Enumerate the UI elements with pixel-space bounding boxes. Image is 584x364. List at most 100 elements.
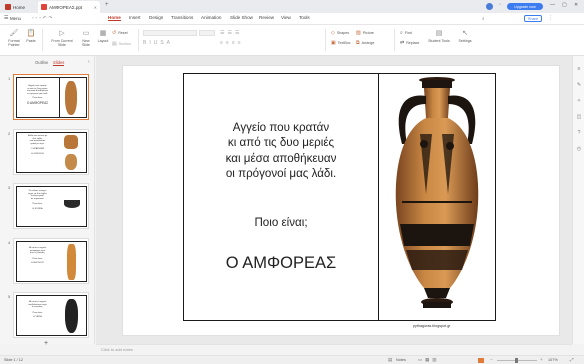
slide-thumbnail-1[interactable]: Αγγείο που κρατάν κι από τις δυο μεριές … bbox=[13, 74, 89, 120]
alignment-icons[interactable]: ≡≡≡≡ bbox=[220, 40, 244, 46]
add-slide-button[interactable]: + bbox=[44, 340, 48, 347]
notification-icon[interactable]: ◔ bbox=[498, 2, 501, 8]
student-tools-button[interactable]: ▤ Student Tools bbox=[426, 28, 452, 44]
close-window-icon[interactable]: ✕ bbox=[574, 2, 578, 8]
format-painter-button[interactable]: 🖌 Format Painter bbox=[5, 28, 23, 48]
zoom-in-icon[interactable]: + bbox=[540, 357, 543, 362]
slide-thumbnail-2[interactable]: Βαθύ σαν κούπα με δυο λαβές εκεί ανακάτε… bbox=[13, 129, 89, 175]
maximize-icon[interactable]: ▢ bbox=[562, 2, 567, 8]
new-slide-button[interactable]: ▭ New Slide bbox=[78, 28, 94, 48]
upgrade-button-label: Upgrade now bbox=[514, 4, 536, 9]
textbox-icon: ▣ bbox=[331, 40, 336, 46]
reset-icon: ↺ bbox=[112, 30, 117, 36]
picture-button[interactable]: ▨ Picture bbox=[356, 30, 374, 36]
divider bbox=[42, 29, 43, 51]
picture-label: Picture bbox=[362, 31, 374, 35]
text-format-icons[interactable]: BIUSA bbox=[143, 40, 173, 46]
tab-home-ribbon[interactable]: Home bbox=[108, 15, 121, 21]
zoom-out-icon[interactable]: − bbox=[490, 357, 493, 362]
app-logo-icon bbox=[5, 4, 11, 10]
more-icon[interactable]: ⋮ bbox=[548, 15, 553, 21]
minimize-icon[interactable]: — bbox=[550, 2, 555, 8]
avatar[interactable] bbox=[486, 3, 493, 10]
notes-placeholder: Click to add notes bbox=[101, 347, 133, 352]
slide-thumbnail-4[interactable]: Με αυτό το αγγείο μετέφεραν νερό από τις… bbox=[13, 238, 89, 284]
tab-view[interactable]: View bbox=[281, 15, 291, 20]
notes-toggle[interactable]: Notes bbox=[396, 358, 406, 362]
tab-tools[interactable]: Tools bbox=[299, 15, 310, 20]
help-icon[interactable]: ? bbox=[576, 130, 582, 136]
fit-window-icon[interactable]: ⤢ bbox=[570, 357, 574, 362]
thumb-text: Ο ΑΜΦΟΡΕΑΣ bbox=[26, 100, 49, 105]
tab-insert[interactable]: Insert bbox=[129, 15, 141, 20]
arrange-label: Arrange bbox=[361, 41, 375, 45]
question-text[interactable]: Ποιο είναι; bbox=[184, 216, 378, 229]
tab-design[interactable]: Design bbox=[149, 15, 163, 20]
arrange-icon: ⧉ bbox=[356, 40, 360, 46]
transition-icon[interactable]: ◫ bbox=[576, 114, 582, 120]
tab-slides[interactable]: Slides bbox=[53, 60, 65, 66]
section-button[interactable]: ▤ Section bbox=[112, 41, 131, 47]
replace-icon: ⇄ bbox=[400, 40, 405, 46]
quick-access-icons[interactable]: ▫▫▫↶↷ bbox=[32, 15, 54, 21]
slideshow-icon[interactable] bbox=[478, 358, 484, 363]
textbox-button[interactable]: ▣ TextBox bbox=[331, 40, 351, 46]
backup-icon[interactable]: ◴ bbox=[576, 146, 582, 152]
notes-area[interactable]: Click to add notes bbox=[96, 344, 572, 355]
share-button[interactable]: Share bbox=[524, 15, 542, 22]
design-icon[interactable]: ✎ bbox=[576, 82, 582, 88]
collapse-panel-icon[interactable]: ‹ bbox=[88, 59, 90, 65]
arrange-button[interactable]: ⧉ Arrange bbox=[356, 40, 374, 46]
replace-button[interactable]: ⇄ Replace bbox=[400, 40, 419, 46]
riddle-line: Αγγείο που κρατάν bbox=[232, 121, 330, 134]
thumb-text: Ποιο είναι; bbox=[32, 311, 43, 314]
layout-icon: ▦ bbox=[99, 29, 107, 37]
tab-animation[interactable]: Animation bbox=[201, 15, 221, 20]
slide-thumbnail-5[interactable]: Με αυτό το αγγείο κουβαλούσαν νερό οι γυ… bbox=[13, 292, 89, 338]
lekythos-thumbnail-image bbox=[67, 244, 76, 280]
answer-text[interactable]: Ο ΑΜΦΟΡΕΑΣ bbox=[184, 254, 378, 273]
notes-icon[interactable]: ▤ bbox=[388, 357, 392, 363]
new-tab-icon[interactable]: + bbox=[105, 2, 109, 8]
layout-button[interactable]: ▦ Layout bbox=[95, 28, 111, 44]
reset-button[interactable]: ↺ Reset bbox=[112, 30, 128, 36]
tab-transitions[interactable]: Transitions bbox=[171, 15, 193, 20]
from-current-slide-button[interactable]: ▷ From Current Slide bbox=[48, 28, 76, 48]
upgrade-button[interactable]: Upgrade now bbox=[507, 3, 543, 10]
thumb-divider bbox=[59, 77, 60, 118]
view-mode-icons[interactable]: ▭▦▥ bbox=[418, 357, 439, 363]
zoom-slider-thumb[interactable] bbox=[515, 358, 518, 363]
zoom-level[interactable]: 107% bbox=[548, 358, 558, 362]
thumb-text: κρασί με νερό. bbox=[30, 142, 45, 145]
slide-thumbnail-3[interactable]: Σε κύλικα, ανοιχτό ρηχό, με δυο λαβές έπ… bbox=[13, 183, 89, 229]
krater-thumbnail-image bbox=[64, 135, 78, 149]
hamburger-icon[interactable]: ☰ bbox=[4, 15, 8, 21]
property-icon[interactable]: ≡ bbox=[576, 66, 582, 72]
shapes-label: Shapes bbox=[336, 31, 350, 35]
shapes-button[interactable]: ◇ Shapes bbox=[331, 30, 349, 36]
thumb-text: Η ΛΗΚΥΘΟΣ bbox=[31, 262, 44, 265]
tab-home[interactable]: Home bbox=[2, 1, 36, 13]
tab-slide-show[interactable]: Slide Show bbox=[230, 15, 253, 20]
paragraph-icons[interactable]: ☰☰☰ bbox=[220, 30, 242, 36]
tab-outline[interactable]: Outline bbox=[35, 60, 48, 65]
font-family-select[interactable] bbox=[143, 30, 197, 36]
find-button[interactable]: ⌕ Find bbox=[400, 30, 412, 36]
paste-button[interactable]: 📋 Paste bbox=[24, 28, 38, 44]
new-slide-icon: ▭ bbox=[82, 29, 90, 37]
student-tools-label: Student Tools bbox=[428, 39, 450, 43]
share-button-label: Share bbox=[527, 16, 539, 21]
thumb-text: από τις βρύσες. bbox=[29, 252, 46, 255]
amphora-image[interactable] bbox=[380, 74, 495, 320]
settings-button[interactable]: ↖ Settings bbox=[456, 28, 474, 44]
font-size-select[interactable] bbox=[199, 30, 215, 36]
riddle-text[interactable]: Αγγείο που κρατάν κι από τις δυο μεριές … bbox=[184, 120, 378, 182]
menu-button[interactable]: Menu bbox=[10, 16, 21, 21]
search-icon[interactable]: ⌕ bbox=[482, 16, 485, 21]
thumb-text: σε συμπόσια. bbox=[30, 197, 45, 200]
slide[interactable]: Αγγείο που κρατάν κι από τις δυο μεριές … bbox=[122, 65, 560, 336]
tab-review[interactable]: Review bbox=[259, 15, 274, 20]
close-tab-icon[interactable]: ✕ bbox=[94, 5, 97, 10]
tab-document[interactable]: ΑΜΦΟΡΕΑΣ.ppt ✕ bbox=[38, 1, 100, 13]
animation-icon[interactable]: ✧ bbox=[576, 98, 582, 104]
